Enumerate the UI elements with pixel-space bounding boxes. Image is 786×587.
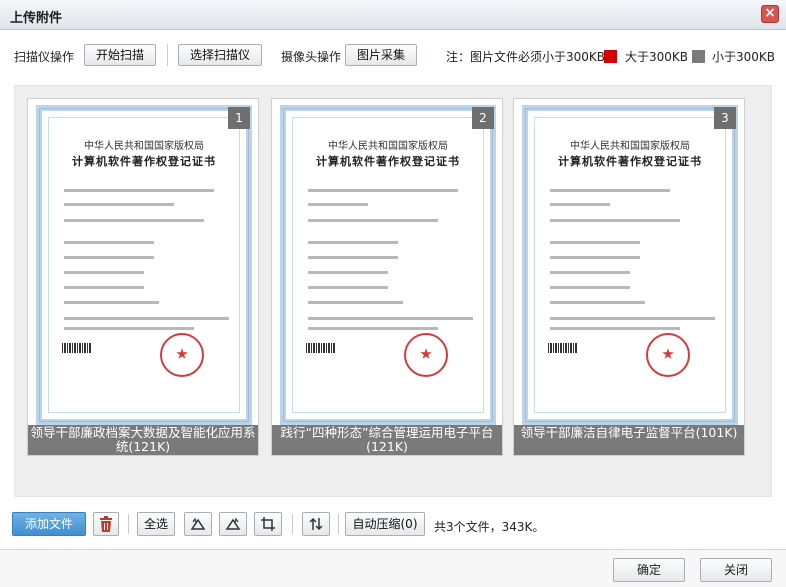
red-seal (646, 333, 690, 377)
legend-large-label: 大于300KB (625, 50, 689, 64)
certificate-org: 中华人民共和国国家版权局 (84, 141, 204, 152)
crop-icon (261, 517, 275, 531)
ok-button[interactable]: 确定 (613, 558, 685, 582)
card-caption: 领导干部廉洁自律电子监督平台(101K) (514, 425, 744, 455)
barcode (306, 343, 336, 353)
rotate-right-icon (225, 517, 241, 530)
close-button[interactable]: 关闭 (700, 558, 772, 582)
certificate-title: 计算机软件著作权登记证书 (316, 155, 460, 168)
action-bar: 添加文件 全选 自动压缩(0) 共3个文件，343K。 (0, 508, 786, 540)
red-seal (160, 333, 204, 377)
swap-order-button[interactable] (302, 512, 330, 536)
certificate-title: 计算机软件著作权登记证书 (72, 155, 216, 168)
certificate-thumbnail: 中华人民共和国国家版权局 计算机软件著作权登记证书 (522, 105, 738, 425)
certificate-title: 计算机软件著作权登记证书 (558, 155, 702, 168)
select-all-button[interactable]: 全选 (137, 512, 175, 536)
certificate-org: 中华人民共和国国家版权局 (570, 141, 690, 152)
dialog-footer: 确定 关闭 (0, 549, 786, 587)
add-file-button[interactable]: 添加文件 (12, 512, 86, 536)
card-caption: 践行“四种形态”综合管理运用电子平台(121K) (272, 425, 502, 455)
barcode (62, 343, 92, 353)
auto-compress-button[interactable]: 自动压缩(0) (345, 512, 425, 536)
thumbnail-card[interactable]: 中华人民共和国国家版权局 计算机软件著作权登记证书 3 领导干部廉洁自律电子监督… (513, 98, 745, 456)
size-note: 注：图片文件必须小于300KB (446, 50, 606, 64)
small-size-swatch (692, 50, 705, 63)
large-size-swatch (604, 50, 617, 63)
thumbnail-card[interactable]: 中华人民共和国国家版权局 计算机软件著作权登记证书 1 领导干部廉政档案大数据及… (27, 98, 259, 456)
scanner-label: 扫描仪操作 (14, 50, 75, 64)
capture-image-button[interactable]: 图片采集 (345, 44, 418, 66)
card-caption: 领导干部廉政档案大数据及智能化应用系统(121K) (28, 425, 258, 455)
rotate-right-button[interactable] (219, 512, 247, 536)
file-summary: 共3个文件，343K。 (434, 520, 545, 534)
certificate-thumbnail: 中华人民共和国国家版权局 计算机软件著作权登记证书 (36, 105, 252, 425)
dialog-titlebar: 上传附件 × (0, 0, 786, 30)
rotate-left-button[interactable] (184, 512, 212, 536)
toolbar-divider (167, 44, 168, 66)
card-index-badge: 2 (472, 107, 494, 129)
scan-toolbar: 扫描仪操作 开始扫描 选择扫描仪 摄像头操作 图片采集 注：图片文件必须小于30… (0, 38, 786, 72)
card-index-badge: 3 (714, 107, 736, 129)
dialog-title: 上传附件 (10, 11, 63, 26)
thumbnail-card[interactable]: 中华人民共和国国家版权局 计算机软件著作权登记证书 2 践行“四种形态”综合管理… (271, 98, 503, 456)
close-icon[interactable]: × (761, 5, 779, 23)
rotate-left-icon (190, 517, 206, 530)
camera-label: 摄像头操作 (281, 50, 342, 64)
certificate-org: 中华人民共和国国家版权局 (328, 141, 448, 152)
certificate-thumbnail: 中华人民共和国国家版权局 计算机软件著作权登记证书 (280, 105, 496, 425)
card-index-badge: 1 (228, 107, 250, 129)
trash-icon (100, 516, 112, 532)
red-seal (404, 333, 448, 377)
select-scanner-button[interactable]: 选择扫描仪 (178, 44, 263, 66)
barcode (548, 343, 578, 353)
start-scan-button[interactable]: 开始扫描 (84, 44, 157, 66)
legend-small-label: 小于300KB (712, 50, 776, 64)
delete-button[interactable] (93, 512, 119, 536)
crop-button[interactable] (254, 512, 282, 536)
swap-arrows-icon (309, 517, 323, 531)
thumbnail-gallery: 中华人民共和国国家版权局 计算机软件著作权登记证书 1 领导干部廉政档案大数据及… (14, 85, 772, 497)
